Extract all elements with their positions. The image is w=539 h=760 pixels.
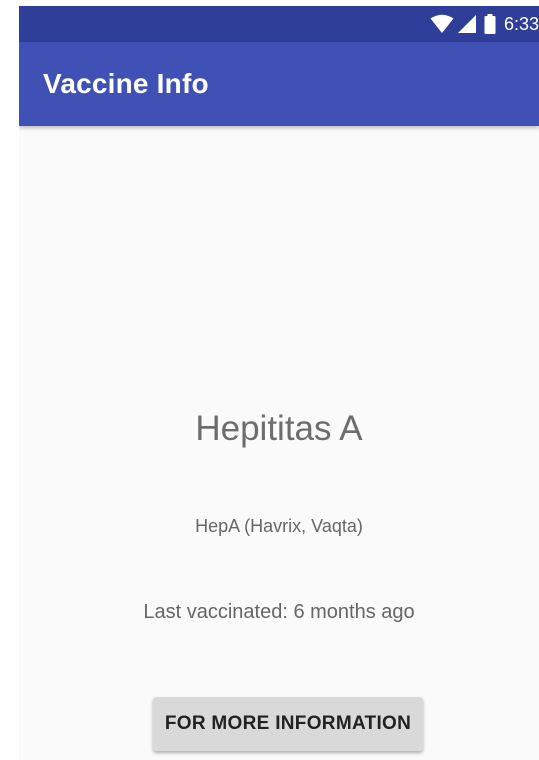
vaccine-detail: Hepititas A HepA (Havrix, Vaqta) Last va… xyxy=(19,126,539,760)
battery-icon xyxy=(484,14,496,34)
status-bar: 6:33 xyxy=(19,6,539,42)
more-information-button[interactable]: FOR MORE INFORMATION xyxy=(153,697,423,751)
vaccine-brands: HepA (Havrix, Vaqta) xyxy=(195,516,363,536)
app-bar: Vaccine Info xyxy=(19,42,539,126)
cell-signal-icon xyxy=(457,15,476,33)
status-icons: 6:33 xyxy=(430,12,539,36)
last-vaccinated-text: Last vaccinated: 6 months ago xyxy=(143,601,415,623)
app-title: Vaccine Info xyxy=(43,68,209,99)
vaccine-name: Hepititas A xyxy=(195,409,363,448)
status-time: 6:33 xyxy=(503,13,539,34)
phone-screen: 6:33 Vaccine Info Hepititas A HepA (Havr… xyxy=(19,6,539,760)
wifi-icon xyxy=(430,14,454,34)
